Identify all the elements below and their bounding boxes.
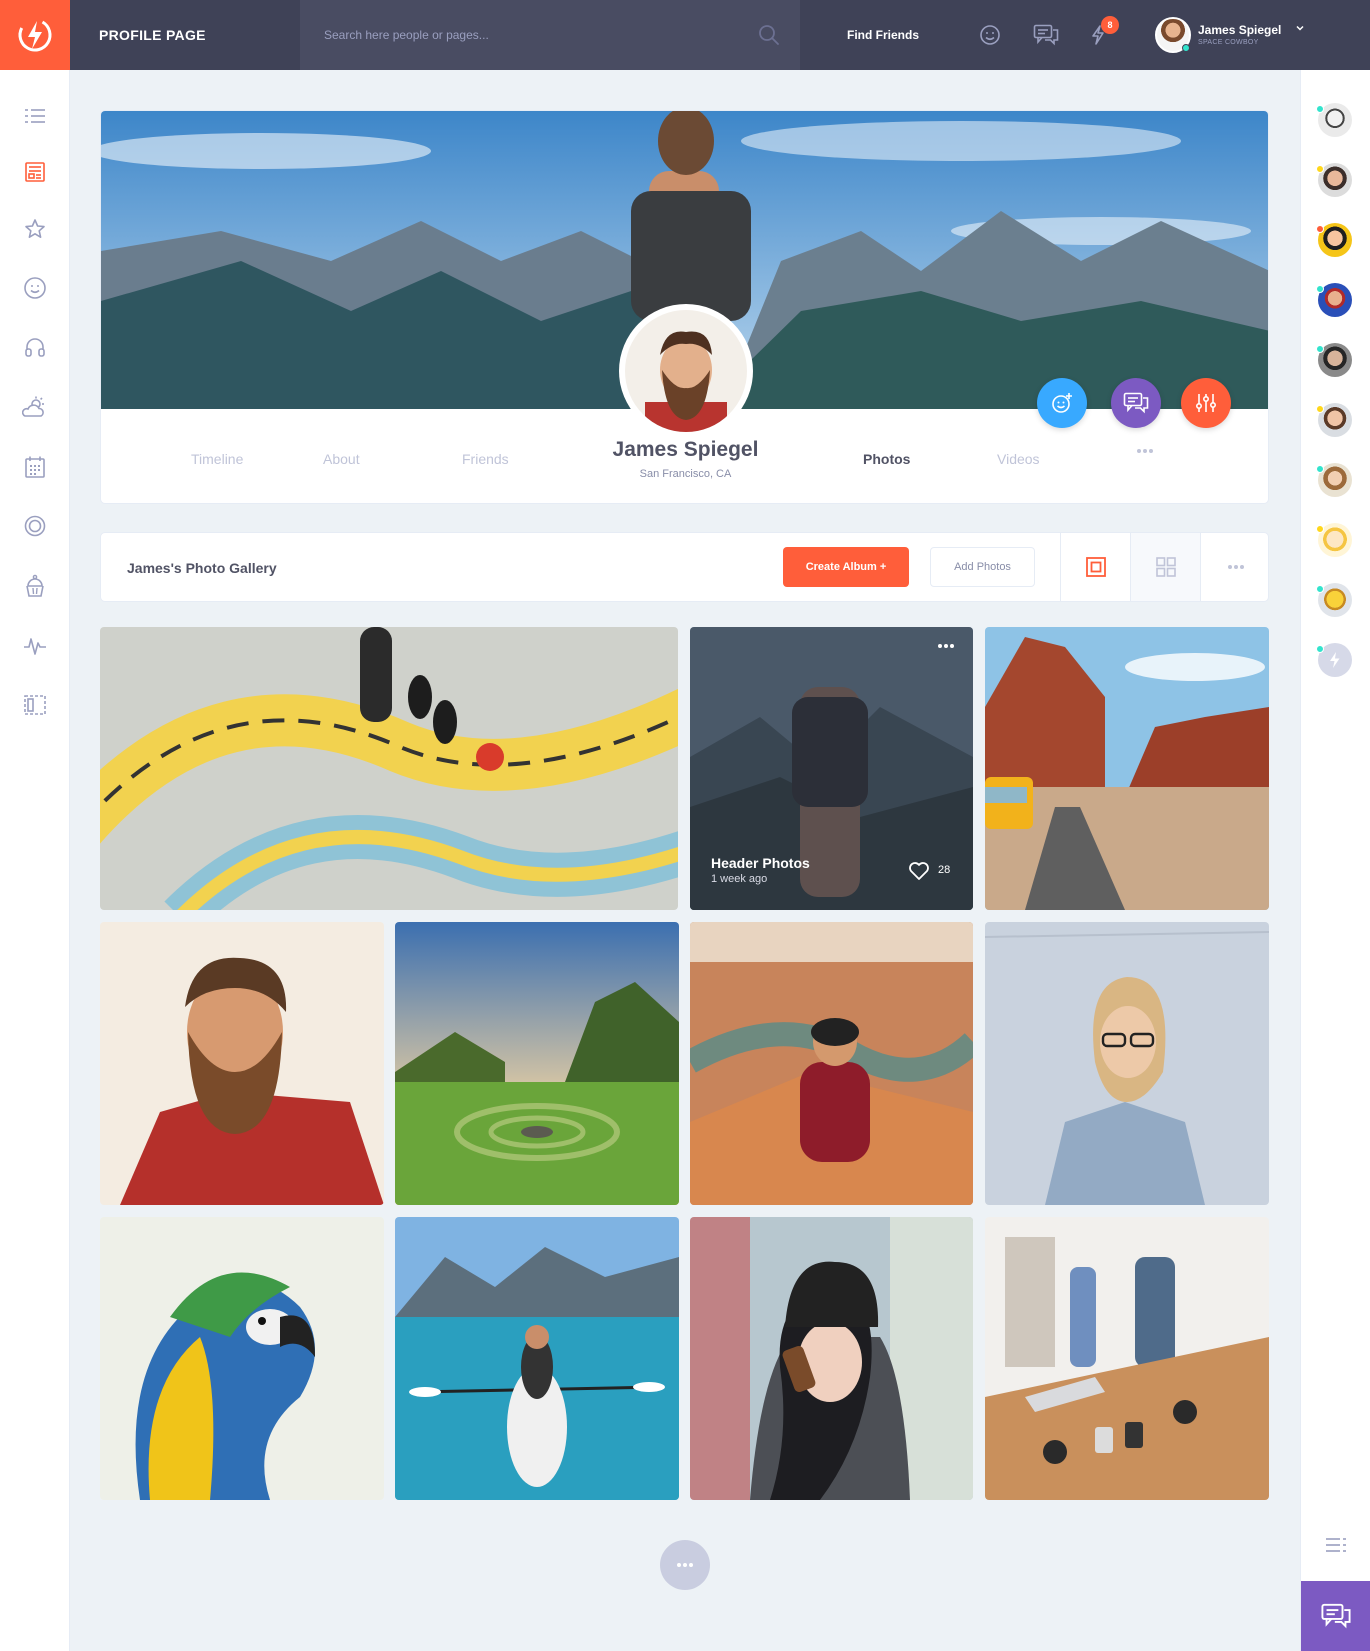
online-status-dot	[1316, 225, 1324, 233]
online-status-dot	[1316, 285, 1324, 293]
more-options-icon[interactable]	[1136, 448, 1154, 454]
search-icon[interactable]	[758, 24, 780, 46]
grid-view-icon	[1155, 557, 1176, 577]
notification-badge: 8	[1101, 16, 1119, 34]
online-status-dot	[1316, 585, 1324, 593]
menu-icon[interactable]	[1321, 1530, 1351, 1560]
friend-avatar[interactable]	[1316, 163, 1352, 197]
online-status-dot	[1182, 44, 1190, 52]
profile-name: James Spiegel	[612, 438, 759, 461]
logo-icon	[18, 18, 52, 52]
gallery-toolbar: James's Photo Gallery Create Album + Add…	[100, 532, 1269, 602]
online-status-dot	[1316, 465, 1324, 473]
messages-icon	[1321, 1603, 1351, 1629]
manage-widgets-icon[interactable]	[20, 690, 50, 720]
search-input[interactable]	[324, 24, 724, 46]
stats-icon[interactable]	[20, 631, 50, 661]
online-status-dot	[1316, 345, 1324, 353]
badge-icon[interactable]	[20, 511, 50, 541]
page-title: PROFILE PAGE	[99, 27, 206, 43]
like-count: 28	[938, 864, 951, 876]
more-options-icon	[1227, 565, 1244, 569]
tab-photos[interactable]: Photos	[863, 451, 910, 467]
friend-avatar[interactable]	[1316, 223, 1352, 257]
chevron-down-icon	[1296, 25, 1304, 31]
friend-avatar[interactable]	[1316, 643, 1352, 677]
user-status: SPACE COWBOY	[1198, 39, 1259, 46]
photo-header-photos-album[interactable]: Header Photos 1 week ago 28	[690, 627, 973, 910]
happy-face-icon	[1052, 393, 1072, 413]
calendar-icon[interactable]	[20, 452, 50, 482]
messages-icon	[1123, 392, 1149, 414]
add-friend-button[interactable]	[1037, 378, 1087, 428]
friend-avatar[interactable]	[1316, 523, 1352, 557]
photo-canyon-hiker[interactable]	[690, 922, 973, 1205]
newsfeed-icon[interactable]	[20, 157, 50, 187]
photo-woman-on-phone[interactable]	[690, 1217, 973, 1500]
photo-bearded-man-portrait[interactable]	[100, 922, 384, 1205]
photo-macaw-parrot[interactable]	[100, 1217, 384, 1500]
profile-avatar[interactable]	[619, 304, 753, 438]
gallery-title: James's Photo Gallery	[127, 560, 277, 576]
more-options-icon	[677, 1563, 693, 1567]
online-status-dot	[1316, 645, 1324, 653]
online-status-dot	[1316, 525, 1324, 533]
album-view-button[interactable]	[1060, 533, 1130, 601]
star-icon[interactable]	[20, 214, 50, 244]
photo-kayak-lake[interactable]	[395, 1217, 679, 1500]
happy-face-icon[interactable]	[20, 273, 50, 303]
chat-button[interactable]	[1301, 1581, 1370, 1651]
photo-desert-road-van[interactable]	[985, 627, 1269, 910]
user-menu[interactable]: James Spiegel SPACE COWBOY	[1155, 17, 1355, 53]
create-album-button[interactable]: Create Album +	[783, 547, 909, 587]
friend-avatar[interactable]	[1316, 103, 1352, 137]
friend-avatar[interactable]	[1316, 343, 1352, 377]
left-sidebar	[0, 70, 70, 1651]
profile-header-card: Timeline About Friends Photos Videos Jam…	[100, 110, 1269, 504]
friend-avatar[interactable]	[1316, 283, 1352, 317]
tab-videos[interactable]: Videos	[997, 451, 1040, 467]
more-options-icon[interactable]	[937, 643, 955, 649]
photo-octopus-street-art[interactable]	[100, 627, 678, 910]
online-status-dot	[1316, 165, 1324, 173]
logo-icon	[1330, 652, 1340, 668]
friend-avatar[interactable]	[1316, 583, 1352, 617]
gallery-more-button[interactable]	[1200, 533, 1270, 601]
photo-woman-with-glasses[interactable]	[985, 922, 1269, 1205]
tab-about[interactable]: About	[323, 451, 360, 467]
find-friends-link[interactable]: Find Friends	[847, 0, 919, 70]
search-bar	[300, 0, 800, 70]
weather-icon[interactable]	[20, 392, 50, 422]
right-sidebar	[1300, 70, 1370, 1651]
messages-icon[interactable]	[1033, 22, 1059, 48]
album-view-icon	[1085, 557, 1106, 577]
sliders-icon	[1195, 394, 1217, 412]
friend-avatar[interactable]	[1316, 403, 1352, 437]
headphones-icon[interactable]	[20, 332, 50, 362]
grid-view-button[interactable]	[1130, 533, 1200, 601]
send-message-button[interactable]	[1111, 378, 1161, 428]
tab-timeline[interactable]: Timeline	[191, 451, 243, 467]
menu-icon[interactable]	[20, 101, 50, 131]
profile-location: San Francisco, CA	[639, 468, 732, 480]
album-title: Header Photos	[711, 855, 810, 871]
friend-avatar[interactable]	[1316, 463, 1352, 497]
tab-friends[interactable]: Friends	[462, 451, 509, 467]
top-bar: PROFILE PAGE Find Friends 8 James Spiege…	[0, 0, 1370, 70]
logo[interactable]	[0, 0, 70, 70]
user-name: James Spiegel	[1198, 23, 1282, 37]
add-photos-button[interactable]: Add Photos	[930, 547, 1035, 587]
friend-requests-icon[interactable]	[977, 22, 1003, 48]
cupcake-icon[interactable]	[20, 571, 50, 601]
photo-office-desk[interactable]	[985, 1217, 1269, 1500]
load-more-button[interactable]	[660, 1540, 710, 1590]
online-status-dot	[1316, 105, 1324, 113]
album-time: 1 week ago	[711, 873, 768, 885]
heart-icon[interactable]	[908, 861, 930, 881]
photo-green-valley-sunset[interactable]	[395, 922, 679, 1205]
online-status-dot	[1316, 405, 1324, 413]
settings-button[interactable]	[1181, 378, 1231, 428]
